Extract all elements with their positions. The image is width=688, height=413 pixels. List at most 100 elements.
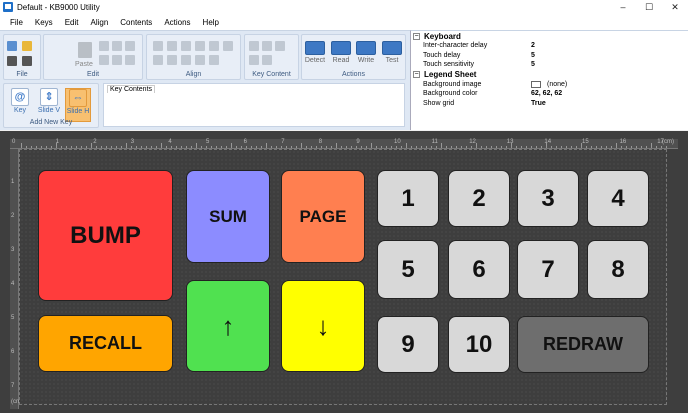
keyboard-key-17[interactable]: REDRAW [517, 316, 649, 373]
write-button[interactable]: Write [355, 41, 377, 71]
add-slide-v-button[interactable]: ⇕ Slide V [36, 88, 62, 122]
keyboard-canvas[interactable]: BUMP SUM PAGE RECALL ↑ ↓ 1 2 3 4 5 6 7 8 9 10 REDRAW [19, 149, 667, 405]
space-vertical-icon[interactable] [209, 55, 219, 65]
property-row[interactable]: Touch sensitivity 5 [411, 60, 688, 70]
ruler-number: 6 [11, 349, 15, 355]
ruler-tick [176, 146, 177, 148]
keyboard-key-9[interactable]: 3 [517, 170, 579, 227]
add-key-button[interactable]: @ Key [7, 88, 33, 122]
keyboard-key-8[interactable]: 2 [448, 170, 510, 227]
add-slide-h-button[interactable]: ⇔ Slide H [65, 88, 91, 122]
content-text-icon[interactable] [249, 41, 259, 51]
keyboard-key-1[interactable]: BUMP [38, 170, 173, 301]
property-row[interactable]: Background color 62, 62, 62 [411, 89, 688, 99]
maximize-button[interactable]: ☐ [636, 0, 662, 14]
ruler-tick [666, 146, 667, 148]
align-group-label: Align [185, 71, 202, 78]
align-left-icon[interactable] [153, 41, 163, 51]
horizontal-ruler: 0 (cm) 1 2 3 4 5 6 7 8 9 10 11 12 13 14 15 16 17 [10, 139, 678, 149]
property-row[interactable]: Touch delay 5 [411, 51, 688, 61]
save-as-icon[interactable] [22, 56, 32, 66]
legend-sheet-section[interactable]: − Legend Sheet [411, 70, 688, 80]
align-top-icon[interactable] [195, 41, 205, 51]
collapse-toggle-icon[interactable]: − [413, 32, 420, 40]
minimize-button[interactable]: – [610, 0, 636, 14]
keyboard-key-13[interactable]: 7 [517, 240, 579, 299]
same-size-icon[interactable] [181, 55, 191, 65]
test-button[interactable]: Test [381, 41, 403, 71]
content-color-icon[interactable] [275, 41, 285, 51]
keyboard-section[interactable]: − Keyboard [411, 31, 688, 41]
ruler-tick [546, 143, 547, 148]
delete-icon[interactable] [99, 55, 109, 65]
property-value[interactable]: 5 [531, 52, 535, 59]
property-row[interactable]: Show grid True [411, 99, 688, 109]
align-right-icon[interactable] [181, 41, 191, 51]
property-row[interactable]: Background image (none) [411, 80, 688, 90]
content-font-icon[interactable] [249, 55, 259, 65]
keyboard-key-7[interactable]: 1 [377, 170, 439, 227]
property-value[interactable]: 5 [531, 61, 535, 68]
close-button[interactable]: ✕ [662, 0, 688, 14]
menu-edit[interactable]: Edit [59, 18, 85, 27]
paste-icon[interactable] [78, 42, 92, 58]
keyboard-key-16[interactable]: 10 [448, 316, 510, 373]
ruler-tick [246, 146, 247, 148]
space-horizontal-icon[interactable] [195, 55, 205, 65]
ruler-tick [366, 146, 367, 148]
new-file-icon[interactable] [7, 41, 17, 51]
ruler-tick [126, 143, 127, 148]
key-contents-tab[interactable]: Key Contents [107, 85, 156, 93]
same-width-icon[interactable] [153, 55, 163, 65]
content-clear-icon[interactable] [262, 55, 272, 65]
keyboard-key-6[interactable]: ↓ [281, 280, 365, 372]
design-area: 0 (cm) 1 2 3 4 5 6 7 8 9 10 11 12 13 14 15 16 17 (cm) 12… [0, 131, 688, 413]
keyboard-key-4[interactable]: RECALL [38, 315, 173, 372]
open-folder-icon[interactable] [22, 41, 32, 51]
ruler-tick [326, 146, 327, 148]
ruler-tick [436, 146, 437, 148]
keyboard-key-3[interactable]: PAGE [281, 170, 365, 263]
keyboard-key-14[interactable]: 8 [587, 240, 649, 299]
menu-align[interactable]: Align [84, 18, 114, 27]
collapse-toggle-icon[interactable]: − [413, 71, 420, 78]
keyboard-key-5[interactable]: ↑ [186, 280, 270, 372]
redo-icon[interactable] [125, 55, 135, 65]
save-icon[interactable] [7, 56, 17, 66]
duplicate-icon[interactable] [112, 41, 122, 51]
align-center-icon[interactable] [167, 41, 177, 51]
align-middle-icon[interactable] [209, 41, 219, 51]
property-value[interactable]: 62, 62, 62 [531, 90, 562, 97]
keyboard-key-11[interactable]: 5 [377, 240, 439, 299]
undo-icon[interactable] [112, 55, 122, 65]
detect-button[interactable]: Detect [304, 41, 326, 71]
read-button[interactable]: Read [330, 41, 352, 71]
menu-help[interactable]: Help [197, 18, 225, 27]
ruler-number: 4 [168, 139, 172, 145]
ruler-tick [431, 146, 432, 148]
ruler-tick [426, 146, 427, 148]
menu-file[interactable]: File [4, 18, 29, 27]
menu-contents[interactable]: Contents [114, 18, 158, 27]
keyboard-key-15[interactable]: 9 [377, 316, 439, 373]
same-height-icon[interactable] [167, 55, 177, 65]
property-value[interactable]: True [531, 100, 546, 107]
content-image-icon[interactable] [262, 41, 272, 51]
align-bottom-icon[interactable] [223, 41, 233, 51]
format-icon[interactable] [125, 41, 135, 51]
copy-icon[interactable] [99, 41, 109, 51]
property-value[interactable]: 2 [531, 42, 535, 49]
ruler-tick [241, 146, 242, 148]
ruler-number: 6 [243, 139, 247, 145]
keyboard-key-10[interactable]: 4 [587, 170, 649, 227]
menu-keys[interactable]: Keys [29, 18, 59, 27]
keyboard-key-12[interactable]: 6 [448, 240, 510, 299]
ruler-tick [521, 146, 522, 148]
ruler-tick [261, 146, 262, 148]
ruler-number: 15 [582, 139, 589, 145]
keyboard-key-2[interactable]: SUM [186, 170, 270, 263]
property-row[interactable]: Inter-character delay 2 [411, 41, 688, 51]
read-keyboard-icon [331, 41, 351, 55]
menu-actions[interactable]: Actions [158, 18, 196, 27]
property-value[interactable]: (none) [531, 80, 567, 88]
